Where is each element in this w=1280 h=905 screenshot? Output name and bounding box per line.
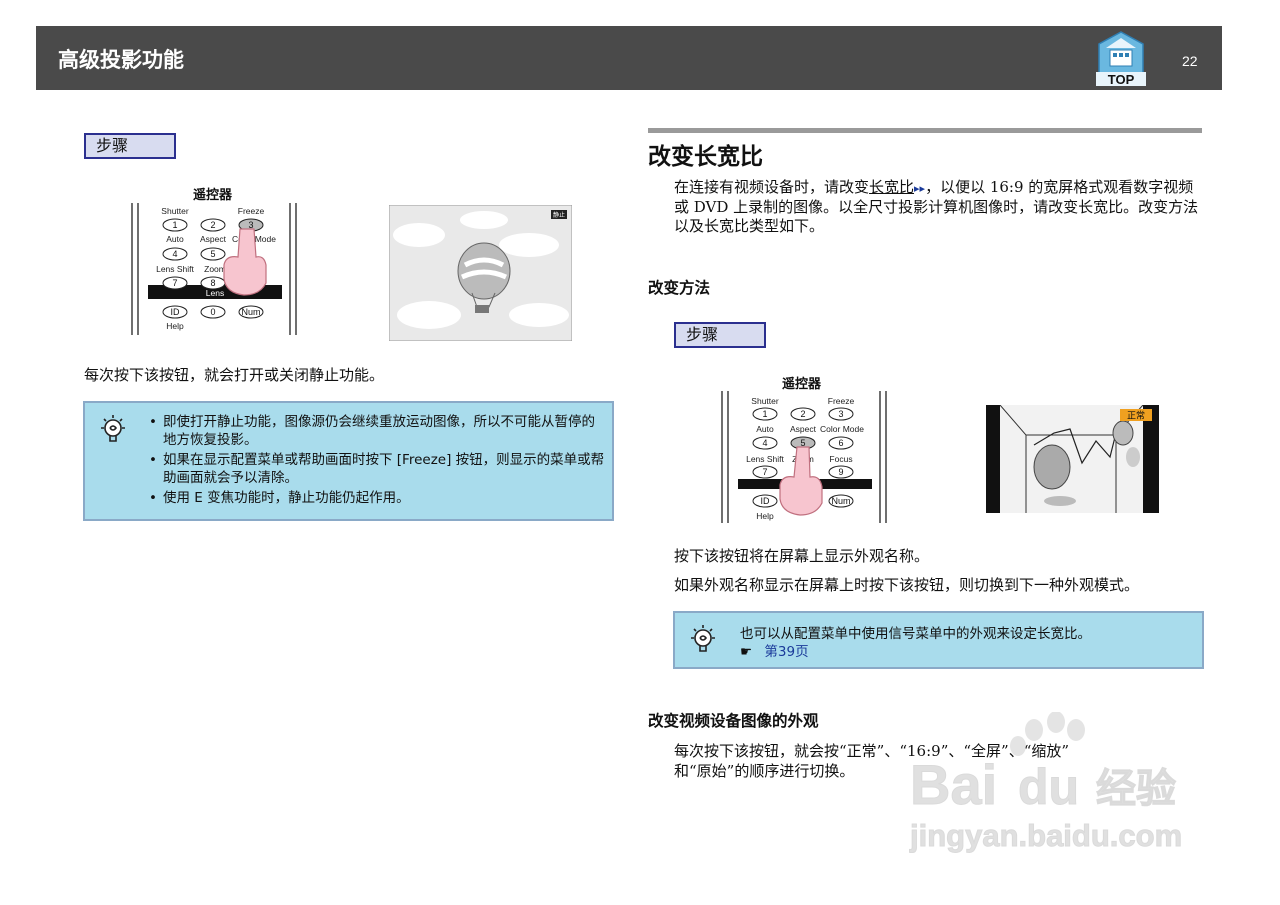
remote-label-help: Help — [756, 511, 774, 521]
baidu-watermark-logo: Bai du 经验 jingyan.baidu.com — [909, 712, 1183, 854]
remote-label-auto: Auto — [166, 234, 184, 244]
remote-label-zoom: Zoom — [204, 264, 226, 274]
aspect-screen-figure: 正常 — [986, 405, 1159, 513]
remote-label-lensshift: Lens Shift — [156, 264, 194, 274]
remote-control-figure: Shutter Freeze Auto Aspect Color Mode Le… — [721, 391, 887, 523]
pointing-hand-icon — [779, 446, 823, 516]
watermark-url: jingyan.baidu.com — [909, 818, 1182, 853]
remote-key: 9 — [838, 467, 843, 477]
lightbulb-tip-icon — [101, 415, 125, 442]
tip-item: 如果在显示配置菜单或帮助画面时按下 [Freeze] 按钮，则显示的菜单或帮助画… — [149, 451, 605, 487]
lightbulb-tip-icon — [691, 625, 715, 652]
pointing-finger-icon: ☛ — [740, 644, 753, 660]
screen-badge: 正常 — [1127, 410, 1145, 422]
switch-mode-text: 如果外观名称显示在屏幕上时按下该按钮，则切换到下一种外观模式。 — [674, 576, 1140, 594]
remote-label-aspect: Aspect — [200, 234, 227, 244]
remote-key: 2 — [800, 409, 805, 419]
remote-key: 1 — [172, 220, 177, 230]
tip-text: 也可以从配置菜单中使用信号菜单中的外观来设定长宽比。 — [740, 626, 1091, 642]
remote-key: 2 — [210, 220, 215, 230]
intro-text: 在连接有视频设备时，请改变 — [674, 178, 870, 196]
video-appearance-heading: 改变视频设备图像的外观 — [648, 712, 819, 730]
aspect-intro: 在连接有视频设备时，请改变长宽比▸▸，以便以 16:9 的宽屏格式观看数字视频或… — [674, 178, 1204, 236]
freeze-description: 每次按下该按钮，就会打开或关闭静止功能。 — [84, 366, 385, 384]
remote-label-focus: Focus — [829, 454, 852, 464]
page-39-link[interactable]: 第39页 — [764, 644, 808, 660]
step-label: 步骤 — [84, 133, 176, 159]
freeze-screen-figure: 静止 — [389, 205, 572, 341]
tip-item: 即使打开静止功能，图像源仍会继续重放运动图像，所以不可能从暂停的地方恢复投影。 — [149, 413, 605, 449]
tip-list: 即使打开静止功能，图像源仍会继续重放运动图像，所以不可能从暂停的地方恢复投影。 … — [149, 413, 605, 509]
method-heading: 改变方法 — [648, 279, 711, 297]
watermark-brand-du: du — [1018, 759, 1079, 815]
remote-label-shutter: Shutter — [161, 206, 189, 216]
remote-key: 3 — [838, 409, 843, 419]
remote-key: 4 — [172, 249, 177, 259]
remote-label-freeze: Freeze — [238, 206, 265, 216]
remote-label-shutter: Shutter — [751, 396, 779, 406]
watermark-suffix: 经验 — [1096, 767, 1176, 811]
remote-label-freeze: Freeze — [828, 396, 855, 406]
remote-key: 0 — [210, 307, 215, 317]
remote-label-lensshift: Lens Shift — [746, 454, 784, 464]
chapter-title: 高级投影功能 — [58, 48, 184, 72]
watermark-brand: Bai — [910, 753, 997, 816]
remote-key: 1 — [762, 409, 767, 419]
remote-key: 7 — [172, 278, 177, 288]
remote-key: ID — [761, 496, 771, 506]
remote-label-lens: Lens — [206, 288, 224, 298]
aspect-ratio-link[interactable]: 长宽比 — [869, 178, 914, 196]
remote-control-figure: Shutter Freeze Auto Aspect Color Mode Le… — [131, 203, 297, 335]
remote-label-help: Help — [166, 321, 184, 331]
remote-key: 5 — [210, 249, 215, 259]
remote-key: 8 — [210, 278, 215, 288]
header-bar — [36, 26, 1222, 90]
remote-key: 6 — [838, 438, 843, 448]
remote-title: 遥控器 — [193, 188, 233, 203]
page-number: 22 — [1182, 53, 1198, 69]
remote-title: 遥控器 — [782, 377, 822, 392]
remote-label-auto: Auto — [756, 424, 774, 434]
display-name-text: 按下该按钮将在屏幕上显示外观名称。 — [674, 547, 930, 565]
remote-key: ID — [171, 307, 181, 317]
remote-key: Num — [831, 496, 850, 506]
top-link-label[interactable]: TOP — [1096, 72, 1146, 87]
screen-badge: 静止 — [553, 211, 565, 219]
remote-key: 7 — [762, 467, 767, 477]
step-label: 步骤 — [674, 322, 766, 348]
remote-label-colormode: Color Mode — [820, 424, 864, 434]
remote-key: Num — [241, 307, 260, 317]
tip-item: 使用 E 变焦功能时，静止功能仍起作用。 — [149, 489, 605, 507]
tip-reference: ☛ 第39页 — [740, 640, 809, 660]
remote-key: 4 — [762, 438, 767, 448]
section-title: 改变长宽比 — [648, 144, 763, 170]
link-arrow-icon: ▸▸ — [914, 182, 926, 195]
section-rule — [648, 128, 1202, 133]
remote-label-aspect: Aspect — [790, 424, 817, 434]
